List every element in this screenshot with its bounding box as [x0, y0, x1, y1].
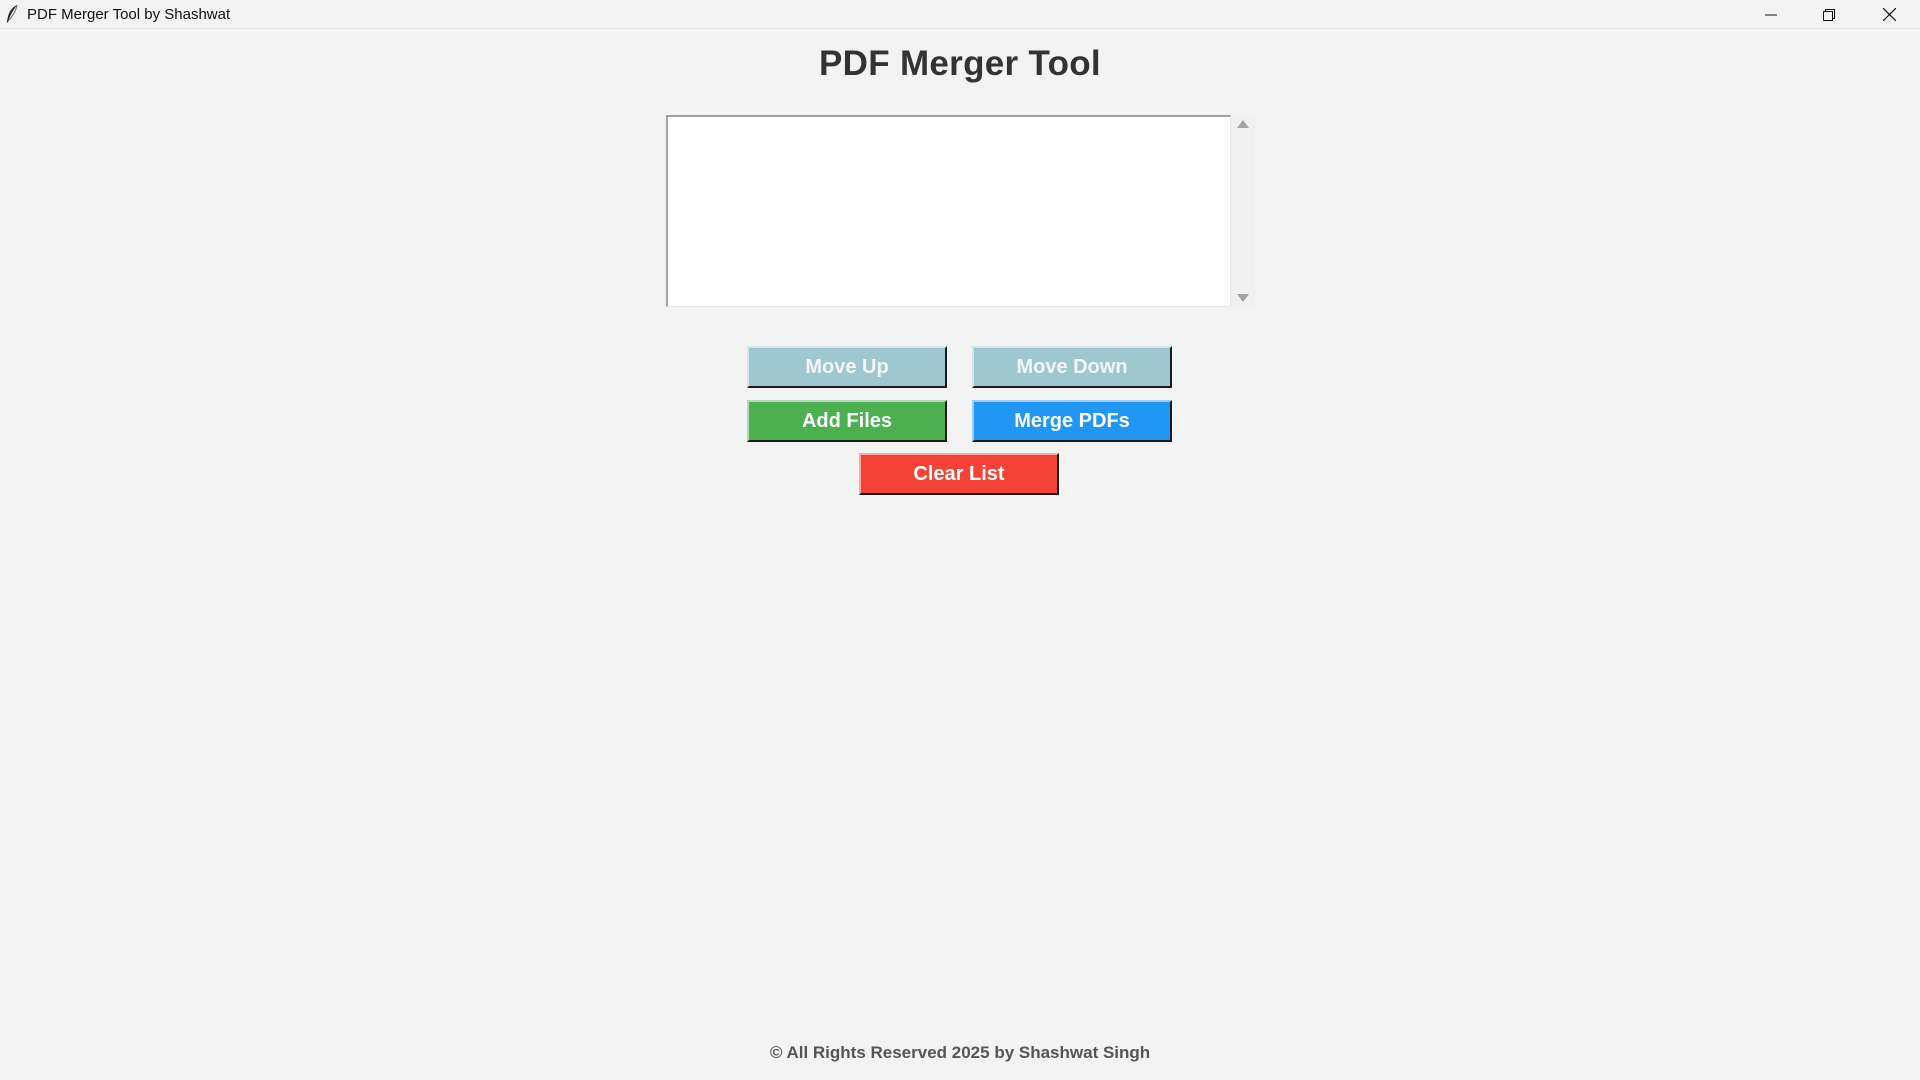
scroll-down-arrow-icon [1237, 294, 1249, 302]
scroll-up-arrow-icon [1237, 120, 1249, 128]
page-title: PDF Merger Tool [819, 44, 1101, 83]
move-down-button[interactable]: Move Down [972, 346, 1172, 388]
maximize-button[interactable] [1800, 0, 1858, 29]
minimize-button[interactable] [1742, 0, 1800, 29]
minimize-icon [1765, 14, 1777, 15]
clear-list-button[interactable]: Clear List [859, 453, 1059, 495]
restore-icon [1823, 8, 1835, 21]
copyright-footer: © All Rights Reserved 2025 by Shashwat S… [769, 1043, 1151, 1062]
listbox-scrollbar[interactable] [1231, 115, 1255, 307]
add-files-button[interactable]: Add Files [747, 400, 947, 442]
title-bar: PDF Merger Tool by Shashwat [0, 0, 1920, 29]
move-up-button[interactable]: Move Up [747, 346, 947, 388]
scroll-up-button[interactable] [1231, 115, 1255, 133]
window-title: PDF Merger Tool by Shashwat [27, 6, 231, 23]
close-button[interactable] [1858, 0, 1920, 29]
pdf-file-listbox[interactable] [666, 115, 1231, 307]
merge-pdfs-button[interactable]: Merge PDFs [972, 400, 1172, 442]
close-icon [1882, 8, 1896, 21]
feather-icon [7, 4, 18, 23]
app-window: PDF Merger Tool by Shashwat PDF Merger T… [0, 0, 1920, 1080]
scroll-down-button[interactable] [1231, 289, 1255, 307]
